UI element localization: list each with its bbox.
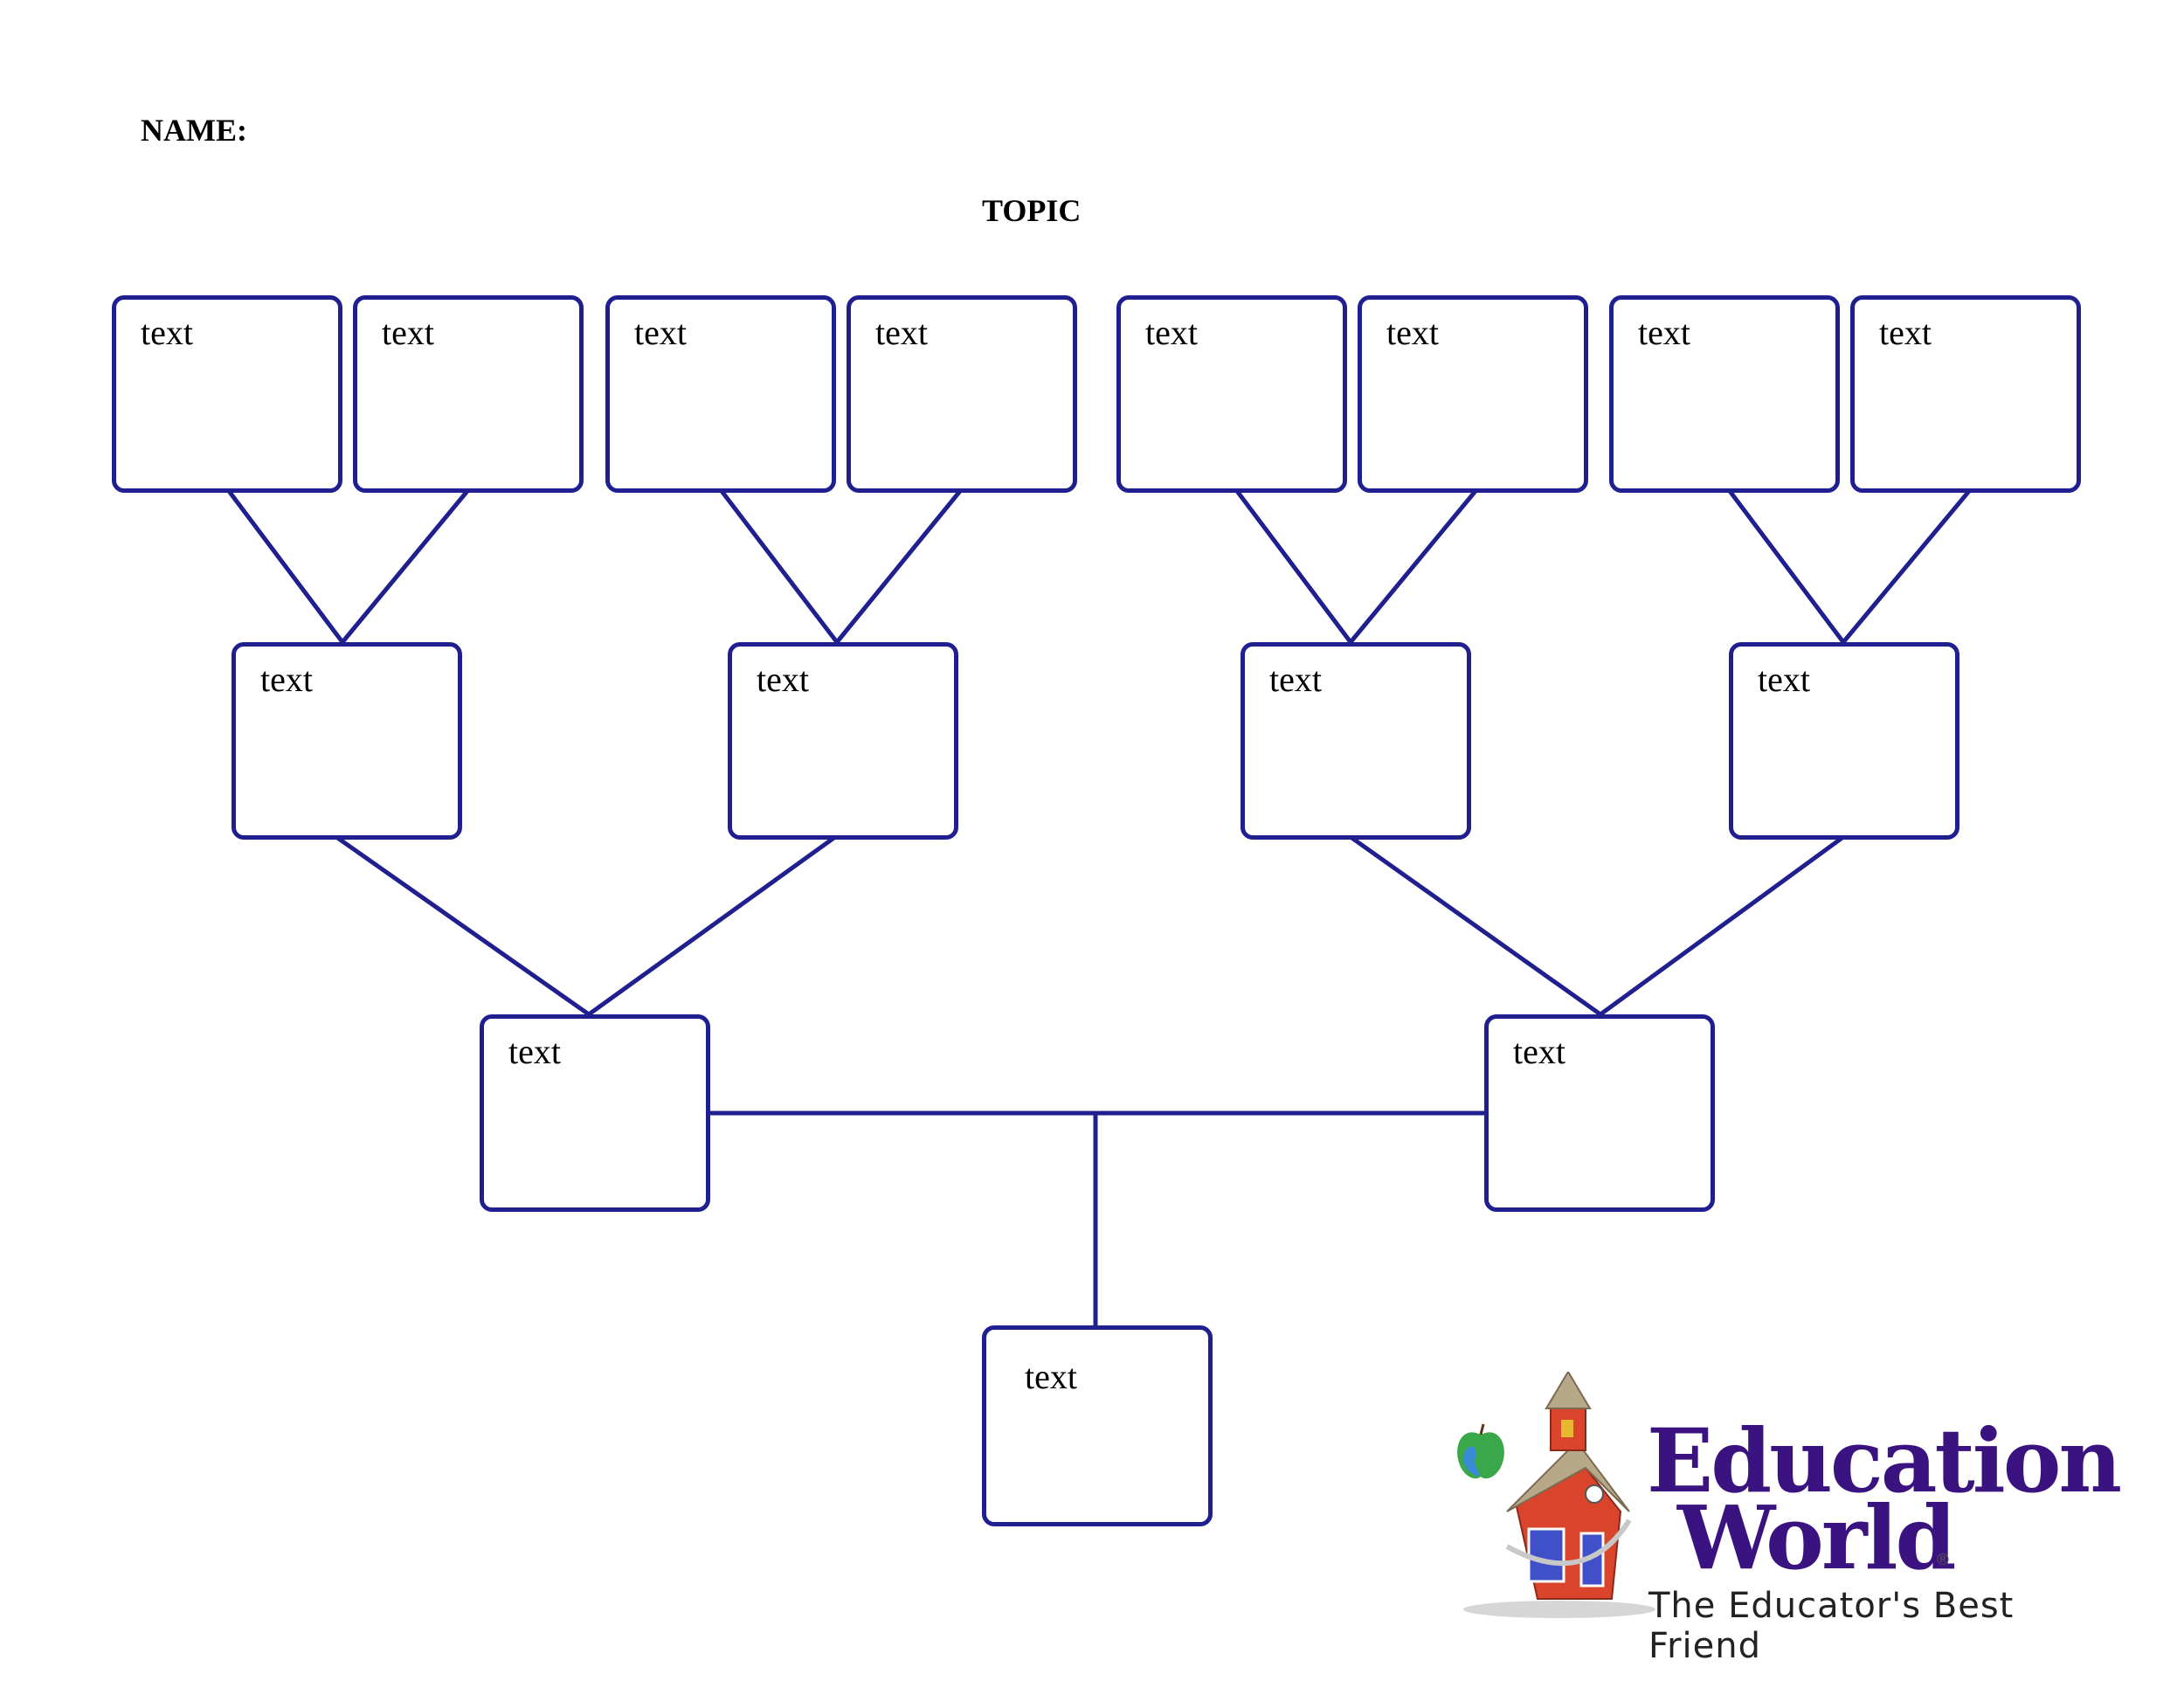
box-level2-4[interactable]: text [1729, 642, 1959, 840]
box-level1-3[interactable]: text [605, 295, 836, 493]
schoolhouse-icon [1463, 1372, 1655, 1618]
box-text: text [1638, 313, 1690, 352]
box-text: text [1879, 313, 1932, 352]
box-level1-7[interactable]: text [1609, 295, 1840, 493]
connector-m2-b1 [586, 834, 838, 1017]
box-root[interactable]: text [982, 1325, 1213, 1526]
box-level3-left[interactable]: text [480, 1014, 710, 1212]
box-level1-4[interactable]: text [847, 295, 1077, 493]
connector-m1-b1 [334, 834, 591, 1017]
education-world-logo: Education World ® The Educator's Best Fr… [1455, 1372, 2122, 1666]
box-text: text [1513, 1032, 1565, 1071]
registered-mark: ® [1935, 1551, 1951, 1569]
apple-globe-icon [1457, 1423, 1504, 1479]
box-level2-2[interactable]: text [728, 642, 958, 840]
connector-t5-m3 [1234, 488, 1353, 645]
box-text: text [1386, 313, 1439, 352]
box-text: text [1025, 1357, 1077, 1396]
box-text: text [875, 313, 928, 352]
connector-m4-b2 [1598, 834, 1846, 1017]
connector-t4-m2 [834, 488, 963, 645]
connector-t3-m2 [719, 488, 840, 645]
connector-t1-m1 [226, 488, 345, 645]
box-text: text [1269, 660, 1322, 699]
box-level1-6[interactable]: text [1358, 295, 1588, 493]
connector-t7-m4 [1727, 488, 1846, 645]
box-level1-5[interactable]: text [1116, 295, 1347, 493]
box-level2-3[interactable]: text [1241, 642, 1471, 840]
box-level2-1[interactable]: text [232, 642, 462, 840]
connector-t6-m3 [1348, 488, 1478, 645]
logo-brand-line2: World [1677, 1486, 1956, 1589]
box-text: text [141, 313, 193, 352]
connector-m3-b2 [1348, 834, 1603, 1017]
logo-tagline: The Educator's Best Friend [1648, 1586, 2015, 1666]
box-text: text [634, 313, 687, 352]
connector-t8-m4 [1841, 488, 1972, 645]
connector-t2-m1 [340, 488, 470, 645]
box-text: text [1758, 660, 1810, 699]
box-level1-8[interactable]: text [1850, 295, 2081, 493]
box-level3-right[interactable]: text [1484, 1014, 1715, 1212]
box-level1-1[interactable]: text [112, 295, 342, 493]
box-text: text [382, 313, 434, 352]
box-text: text [757, 660, 809, 699]
box-text: text [1145, 313, 1198, 352]
box-level1-2[interactable]: text [353, 295, 584, 493]
box-text: text [260, 660, 313, 699]
box-text: text [508, 1032, 561, 1071]
